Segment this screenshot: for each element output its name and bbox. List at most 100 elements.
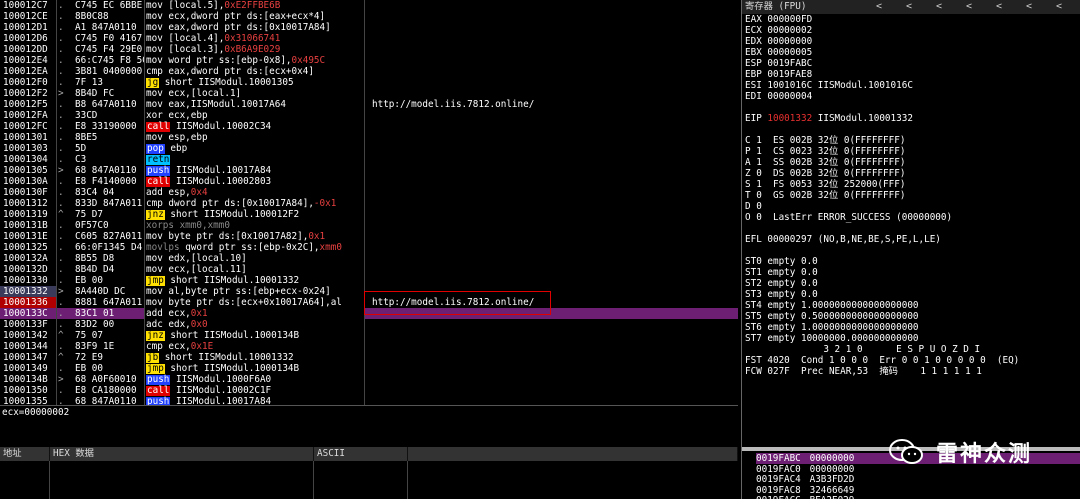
disassembly-pane[interactable]: 100012C7 100012CE 100012D1 100012D6 100012DD… xyxy=(0,0,738,405)
address-cell[interactable]: 100012F0 xyxy=(0,77,56,88)
register-line[interactable]: ST3 empty 0.0 xyxy=(745,289,818,300)
register-nav-arrow-icon[interactable]: < xyxy=(1023,1,1035,13)
instruction[interactable]: mov edx,[local.10] xyxy=(146,253,247,264)
hex-cell[interactable]: A1 847A0110 xyxy=(72,22,137,33)
address-cell[interactable]: 10001332 xyxy=(0,286,56,297)
hex-cell[interactable]: C745 EC 6BBE xyxy=(72,0,142,11)
hex-cell[interactable]: EB 00 xyxy=(72,363,103,374)
hex-cell[interactable]: 66:0F1345 D4 xyxy=(72,242,142,253)
register-line[interactable]: S 1 FS 0053 32位 252000(FFF) xyxy=(745,179,905,190)
hex-cell[interactable]: 83D2 00 xyxy=(72,319,114,330)
hex-cell[interactable]: 833D 847A011 xyxy=(72,198,142,209)
instruction[interactable]: jnz short IISModul.1000134B xyxy=(146,330,299,341)
address-cell[interactable]: 10001303 xyxy=(0,143,56,154)
hex-cell[interactable]: E8 33190000 xyxy=(72,121,137,132)
address-cell[interactable]: 100012C7 xyxy=(0,0,56,11)
address-cell[interactable]: 100012D1 xyxy=(0,22,56,33)
register-line[interactable]: A 1 SS 002B 32位 0(FFFFFFFF) xyxy=(745,157,905,168)
instruction[interactable]: mov esp,ebp xyxy=(146,132,208,143)
register-nav-arrow-icon[interactable]: < xyxy=(873,1,885,13)
address-cell[interactable]: 1000130F xyxy=(0,187,56,198)
register-line[interactable]: FST 4020 Cond 1 0 0 0 Err 0 0 1 0 0 0 0 … xyxy=(745,355,1019,366)
register-line[interactable]: ST1 empty 0.0 xyxy=(745,267,818,278)
instruction[interactable]: mov [local.4],0x31066741 xyxy=(146,33,280,44)
instruction[interactable]: cmp eax,dword ptr ds:[ecx+0x4] xyxy=(146,66,314,77)
hex-cell[interactable]: B8 647A0110 xyxy=(72,99,137,110)
instruction[interactable]: pop ebp xyxy=(146,143,187,154)
address-cell[interactable]: 1000133F xyxy=(0,319,56,330)
hex-cell[interactable]: 33CD xyxy=(72,110,97,121)
dump-pane[interactable]: 地址 HEX 数据 ASCII xyxy=(0,447,738,499)
address-cell[interactable]: 10001355 xyxy=(0,396,56,405)
instruction[interactable]: push IISModul.10017A84 xyxy=(146,396,271,405)
address-cell[interactable]: 10001336 xyxy=(0,297,56,308)
register-line[interactable]: EDX 00000000 xyxy=(745,36,812,47)
hex-cell[interactable]: 68 847A0110 xyxy=(72,165,137,176)
hex-cell[interactable]: 75 D7 xyxy=(72,209,103,220)
hex-cell[interactable]: 8B4D FC xyxy=(72,88,114,99)
hex-cell[interactable]: 8A440D DC xyxy=(72,286,125,297)
address-cell[interactable]: 10001301 xyxy=(0,132,56,143)
instruction[interactable]: call IISModul.10002C1F xyxy=(146,385,271,396)
hex-cell[interactable]: 83C1 01 xyxy=(72,308,114,319)
address-cell[interactable]: 10001304 xyxy=(0,154,56,165)
instruction[interactable]: mov eax,dword ptr ds:[0x10017A84] xyxy=(146,22,331,33)
address-cell[interactable]: 100012D6 xyxy=(0,33,56,44)
instruction[interactable]: jmp short IISModul.10001332 xyxy=(146,275,299,286)
register-nav-arrow-icon[interactable]: < xyxy=(1053,1,1065,13)
address-cell[interactable]: 1000132A xyxy=(0,253,56,264)
hex-cell[interactable]: 8BE5 xyxy=(72,132,97,143)
address-cell[interactable]: 100012FC xyxy=(0,121,56,132)
instruction[interactable]: jnz short IISModul.100012F2 xyxy=(146,209,299,220)
instruction[interactable]: jmp short IISModul.1000134B xyxy=(146,363,299,374)
hex-cell[interactable]: 75 07 xyxy=(72,330,103,341)
register-line[interactable]: EBX 00000005 xyxy=(745,47,812,58)
instruction[interactable]: mov [local.5],0xE2FFBE6B xyxy=(146,0,280,11)
address-cell[interactable]: 10001342 xyxy=(0,330,56,341)
register-line[interactable]: EDI 00000004 xyxy=(745,91,812,102)
register-line[interactable]: ECX 00000002 xyxy=(745,25,812,36)
address-cell[interactable]: 100012DD xyxy=(0,44,56,55)
instruction[interactable]: cmp ecx,0x1E xyxy=(146,341,213,352)
address-cell[interactable]: 100012E4 xyxy=(0,55,56,66)
instruction[interactable]: call IISModul.10002803 xyxy=(146,176,271,187)
instruction[interactable]: call IISModul.10002C34 xyxy=(146,121,271,132)
hex-cell[interactable]: 83F9 1E xyxy=(72,341,114,352)
register-line[interactable]: D 0 xyxy=(745,201,762,212)
instruction[interactable]: mov ecx,[local.1] xyxy=(146,88,241,99)
instruction[interactable]: mov [local.3],0xB6A9E029 xyxy=(146,44,280,55)
instruction[interactable]: mov eax,IISModul.10017A64 xyxy=(146,99,286,110)
address-cell[interactable]: 1000130A xyxy=(0,176,56,187)
hex-cell[interactable]: C605 827A011 xyxy=(72,231,142,242)
address-cell[interactable]: 10001330 xyxy=(0,275,56,286)
register-line[interactable]: EAX 000000FD xyxy=(745,14,812,25)
dump-header-address[interactable]: 地址 xyxy=(0,447,50,461)
address-cell[interactable]: 10001347 xyxy=(0,352,56,363)
register-line[interactable]: ST6 empty 1.0000000000000000000 xyxy=(745,322,919,333)
address-cell[interactable]: 10001349 xyxy=(0,363,56,374)
address-cell[interactable]: 10001344 xyxy=(0,341,56,352)
hex-cell[interactable]: C3 xyxy=(72,154,86,165)
register-line[interactable]: ST2 empty 0.0 xyxy=(745,278,818,289)
address-column[interactable]: 100012C7 100012CE 100012D1 100012D6 100012DD… xyxy=(0,0,56,405)
instruction[interactable]: movlps qword ptr ss:[ebp-0x2C],xmm0 xyxy=(146,242,342,253)
instruction[interactable]: cmp dword ptr ds:[0x10017A84],-0x1 xyxy=(146,198,336,209)
stack-row[interactable]: 0019FAC4 A3B3FD2D xyxy=(756,474,854,485)
instruction[interactable]: mov byte ptr ds:[ecx+0x10017A64],al xyxy=(146,297,342,308)
address-cell[interactable]: 10001312 xyxy=(0,198,56,209)
instruction[interactable]: add esp,0x4 xyxy=(146,187,208,198)
address-cell[interactable]: 1000134B xyxy=(0,374,56,385)
instruction[interactable]: add ecx,0x1 xyxy=(146,308,208,319)
hex-cell[interactable]: 7F 13 xyxy=(72,77,103,88)
address-cell[interactable]: 10001325 xyxy=(0,242,56,253)
hex-cell[interactable]: 8B55 D8 xyxy=(72,253,114,264)
register-line[interactable]: C 1 ES 002B 32位 0(FFFFFFFF) xyxy=(745,135,905,146)
instruction[interactable]: adc edx,0x0 xyxy=(146,319,208,330)
register-line[interactable]: ST4 empty 1.0000000000000000000 xyxy=(745,300,919,311)
register-nav-arrow-icon[interactable]: < xyxy=(933,1,945,13)
address-cell[interactable]: 100012EA xyxy=(0,66,56,77)
hex-cell[interactable]: 5D xyxy=(72,143,86,154)
register-line[interactable]: T 0 GS 002B 32位 0(FFFFFFFF) xyxy=(745,190,905,201)
comment-cell[interactable]: http://model.iis.7812.online/ xyxy=(372,99,534,110)
hex-cell[interactable]: E8 CA180000 xyxy=(72,385,137,396)
